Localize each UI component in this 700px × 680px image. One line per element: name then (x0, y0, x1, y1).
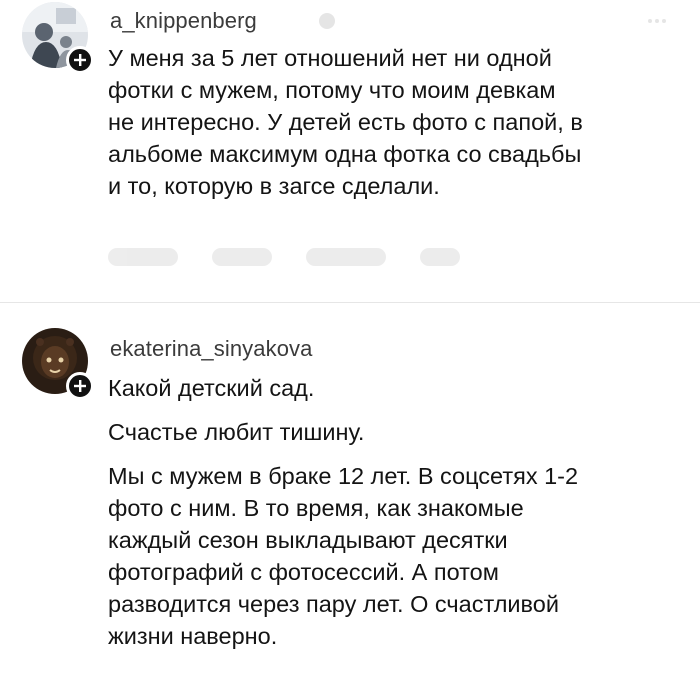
heart-icon[interactable] (420, 248, 460, 266)
comment-line: жизни наверно. (108, 623, 278, 649)
divider (0, 302, 700, 303)
comment-text: У меня за 5 лет отношений нет ни одной ф… (108, 42, 678, 202)
reply-action[interactable] (108, 248, 178, 266)
follow-button[interactable] (66, 46, 94, 74)
comment-line: и то, которую в загсе сделали. (108, 173, 440, 199)
verified-icon (319, 13, 335, 29)
comment-username[interactable]: ekaterina_sinyakova (110, 336, 312, 362)
comment-line: фотографий с фотосессий. А потом (108, 559, 499, 585)
comment-item: a_knippenberg У меня за 5 лет отношений … (0, 0, 700, 300)
comment-line: У меня за 5 лет отношений нет ни одной (108, 45, 552, 71)
more-icon[interactable] (646, 12, 668, 30)
comment-paragraph: Мы с мужем в браке 12 лет. В соцсетях 1-… (108, 460, 678, 652)
translate-action[interactable] (306, 248, 386, 266)
like-action[interactable] (212, 248, 272, 266)
comment-paragraph: Какой детский сад. (108, 372, 678, 404)
comment-line: фотки с мужем, потому что моим девкам (108, 77, 556, 103)
comment-line: Мы с мужем в браке 12 лет. В соцсетях 1-… (108, 463, 579, 489)
avatar-container[interactable] (22, 328, 94, 400)
plus-icon (74, 54, 86, 66)
comment-line: Счастье любит тишину. (108, 419, 365, 445)
avatar-container[interactable] (22, 2, 94, 74)
comment-line: разводится через пару лет. О счастливой (108, 591, 559, 617)
comment-paragraph: Счастье любит тишину. (108, 416, 678, 448)
comment-item: ekaterina_sinyakova Какой детский сад. С… (0, 306, 700, 680)
comment-line: альбоме максимум одна фотка со свадьбы (108, 141, 582, 167)
follow-button[interactable] (66, 372, 94, 400)
comment-line: фото с ним. В то время, как знакомые (108, 495, 524, 521)
comment-text: Какой детский сад. Счастье любит тишину.… (108, 372, 678, 664)
plus-icon (74, 380, 86, 392)
comment-line: Какой детский сад. (108, 375, 315, 401)
comment-actions-faded (108, 248, 460, 266)
comment-line: каждый сезон выкладывают десятки (108, 527, 508, 553)
comment-username[interactable]: a_knippenberg (110, 8, 257, 34)
comment-line: не интересно. У детей есть фото с папой,… (108, 109, 583, 135)
